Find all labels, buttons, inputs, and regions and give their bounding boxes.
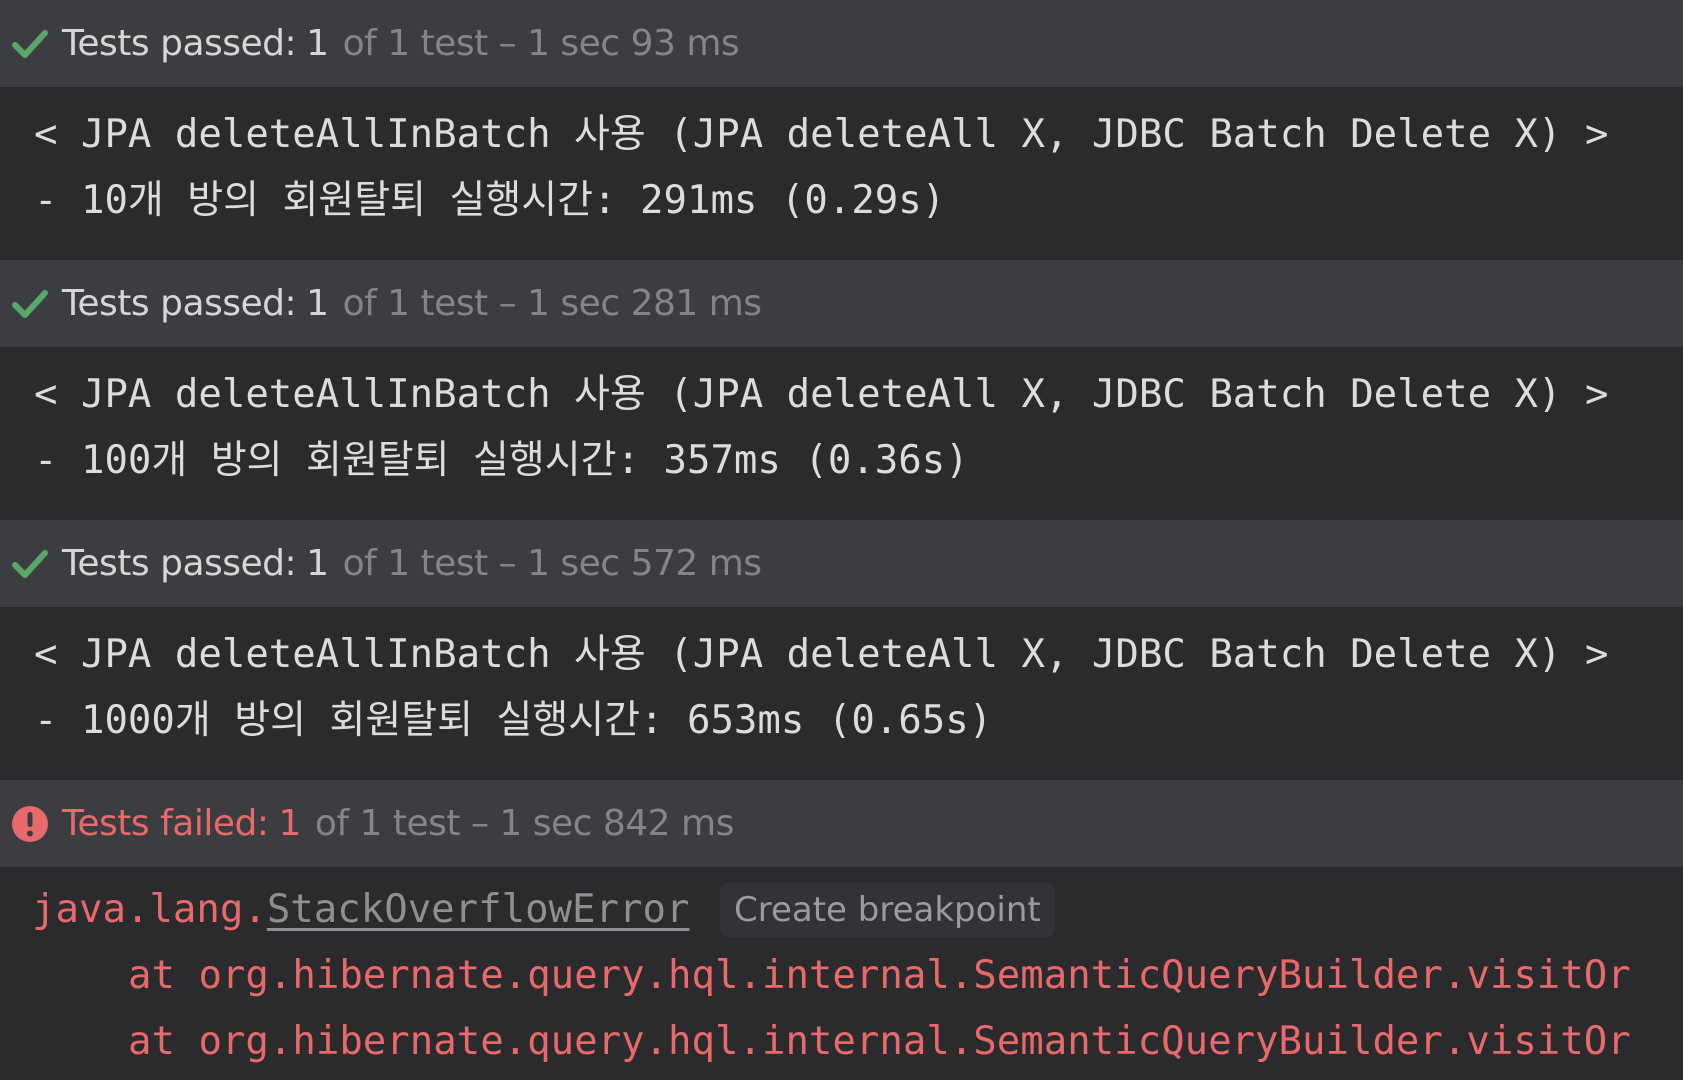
status-count: 1	[306, 543, 329, 584]
test-status-bar[interactable]: Tests passed: 1 of 1 test – 1 sec 93 ms	[0, 0, 1683, 87]
status-label: Tests passed:	[62, 543, 297, 584]
test-status-bar[interactable]: Tests failed: 1 of 1 test – 1 sec 842 ms	[0, 780, 1683, 867]
console-line: - 100개 방의 회원탈퇴 실행시간: 357ms (0.36s)	[34, 438, 969, 483]
stack-trace-line[interactable]: at org.hibernate.query.hql.internal.Sema…	[128, 1019, 1631, 1064]
create-breakpoint-button[interactable]: Create breakpoint	[720, 883, 1055, 937]
console-output: < JPA deleteAllInBatch 사용 (JPA deleteAll…	[0, 87, 1683, 260]
console-output: < JPA deleteAllInBatch 사용 (JPA deleteAll…	[0, 347, 1683, 520]
test-status-bar[interactable]: Tests passed: 1 of 1 test – 1 sec 281 ms	[0, 260, 1683, 347]
exception-line: java.lang.StackOverflowError	[32, 887, 689, 932]
exception-link[interactable]: StackOverflowError	[267, 887, 690, 932]
console-line: < JPA deleteAllInBatch 사용 (JPA deleteAll…	[34, 632, 1609, 677]
check-icon	[8, 22, 52, 66]
check-icon	[8, 282, 52, 326]
error-icon	[8, 802, 52, 846]
status-label: Tests passed:	[62, 283, 297, 324]
stack-trace-line[interactable]: at org.hibernate.query.hql.internal.Sema…	[128, 953, 1631, 998]
error-output: java.lang.StackOverflowError Create brea…	[0, 867, 1683, 1080]
status-detail: of 1 test – 1 sec 281 ms	[342, 283, 762, 324]
status-count: 1	[278, 803, 301, 844]
console-line: - 1000개 방의 회원탈퇴 실행시간: 653ms (0.65s)	[34, 698, 993, 743]
console-line: < JPA deleteAllInBatch 사용 (JPA deleteAll…	[34, 372, 1609, 417]
console-line: - 10개 방의 회원탈퇴 실행시간: 291ms (0.29s)	[34, 178, 946, 223]
check-icon	[8, 542, 52, 586]
exception-package: java.lang.	[32, 887, 267, 932]
status-count: 1	[306, 283, 329, 324]
status-detail: of 1 test – 1 sec 842 ms	[314, 803, 734, 844]
status-label: Tests failed:	[62, 803, 269, 844]
test-run-console: Tests passed: 1 of 1 test – 1 sec 93 ms …	[0, 0, 1683, 1080]
test-status-bar[interactable]: Tests passed: 1 of 1 test – 1 sec 572 ms	[0, 520, 1683, 607]
console-line: < JPA deleteAllInBatch 사용 (JPA deleteAll…	[34, 112, 1609, 157]
status-label: Tests passed:	[62, 23, 297, 64]
status-detail: of 1 test – 1 sec 93 ms	[342, 23, 740, 64]
console-output: < JPA deleteAllInBatch 사용 (JPA deleteAll…	[0, 607, 1683, 780]
status-detail: of 1 test – 1 sec 572 ms	[342, 543, 762, 584]
status-count: 1	[306, 23, 329, 64]
